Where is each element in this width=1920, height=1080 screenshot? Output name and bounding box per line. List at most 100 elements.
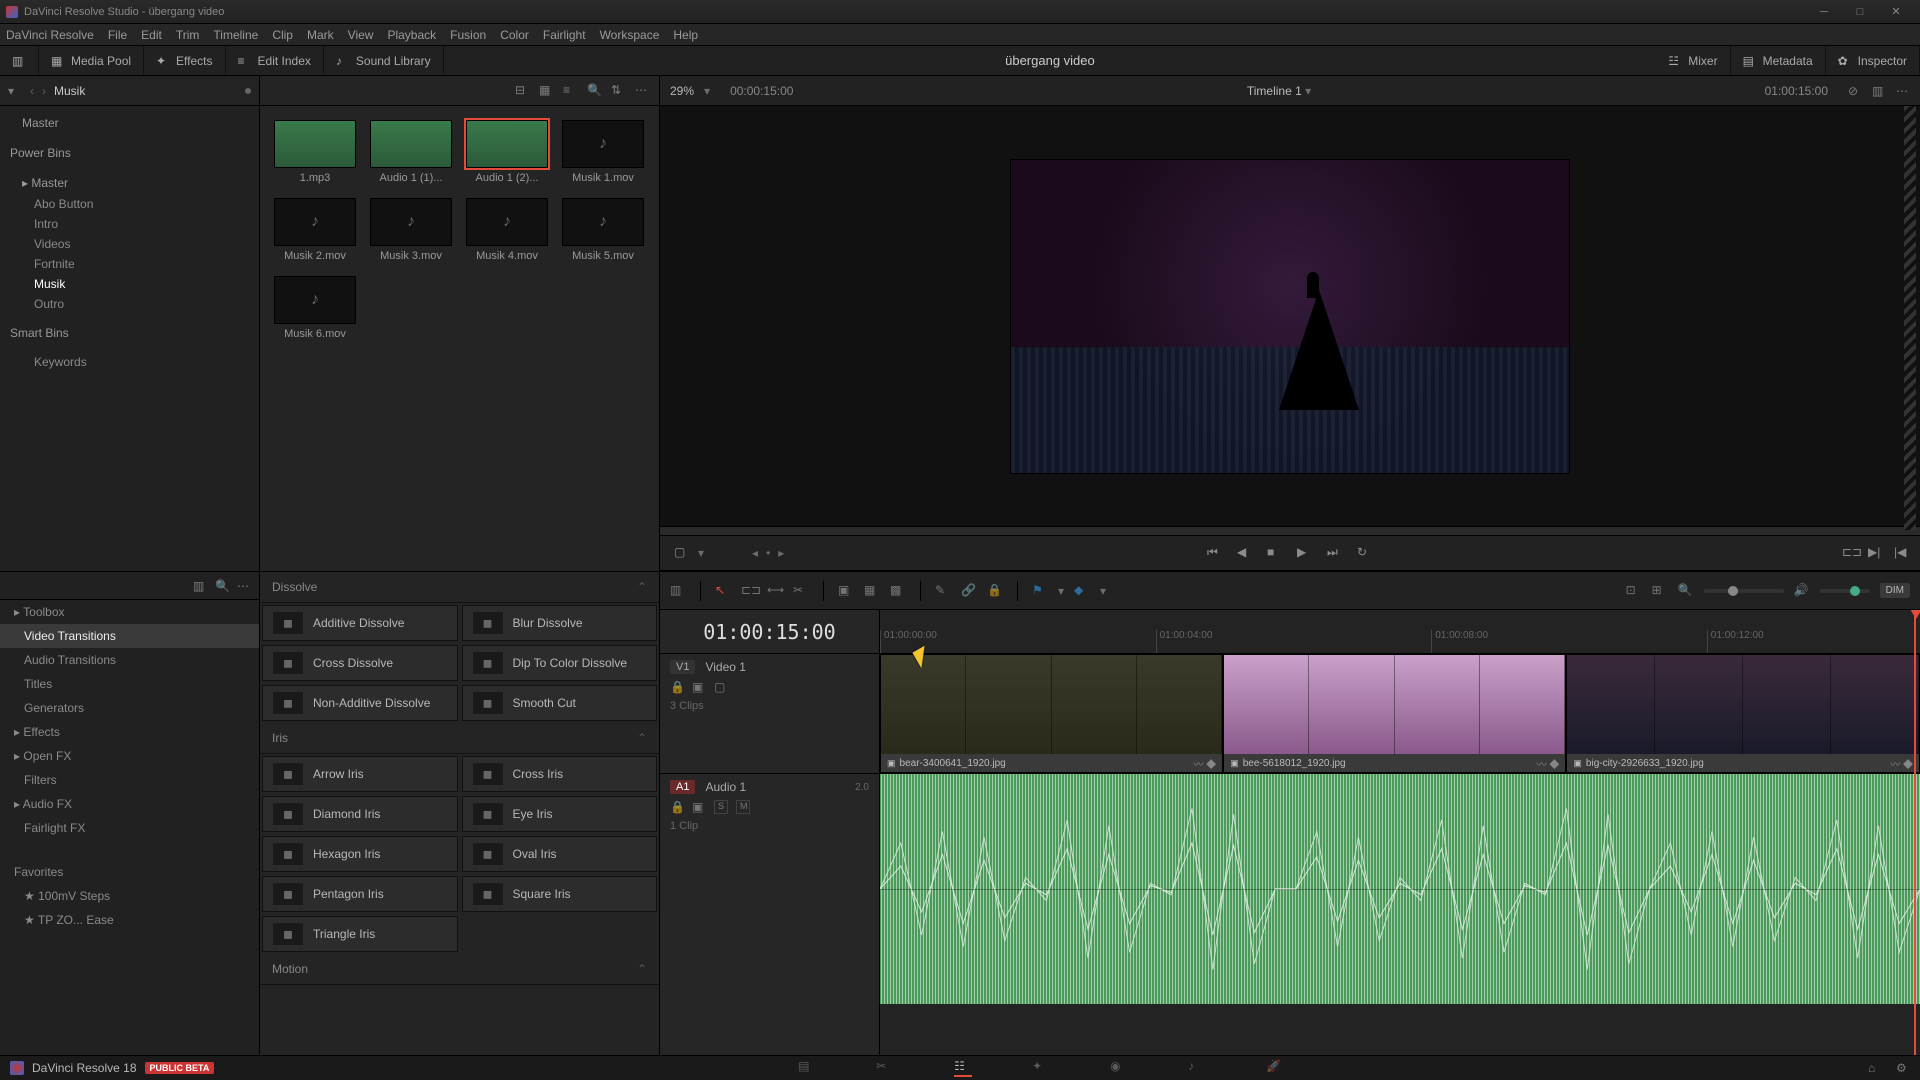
fx-item[interactable]: ◼Eye Iris <box>462 796 658 832</box>
cut-page-icon[interactable]: ✂ <box>876 1059 894 1077</box>
clip-thumbnail[interactable] <box>370 198 452 246</box>
next-edit-icon[interactable]: ▸ <box>778 546 784 560</box>
video-clip[interactable]: bee-5618012_1920.jpg〰 ◆ <box>1223 654 1566 773</box>
fx-item[interactable]: ◼Non-Additive Dissolve <box>262 685 458 721</box>
fx-item[interactable]: ◼Triangle Iris <box>262 916 458 952</box>
project-settings-icon[interactable]: ⚙ <box>1896 1061 1910 1075</box>
dual-view-icon[interactable]: ▥ <box>1872 84 1886 98</box>
viewer-options-icon[interactable]: ⋯ <box>1896 84 1910 98</box>
a1-solo-button[interactable]: S <box>714 800 728 814</box>
flag-icon[interactable]: ⚑ <box>1032 583 1048 599</box>
deliver-page-icon[interactable]: 🚀 <box>1266 1059 1284 1077</box>
video-track-header[interactable]: V1 Video 1 🔒 ▣ ▢ 3 Clips <box>660 654 879 774</box>
dynamic-trim-icon[interactable]: ⟷ <box>767 583 783 599</box>
media-clip[interactable]: Audio 1 (1)... <box>370 120 452 184</box>
volume-icon[interactable]: 🔊 <box>1794 583 1810 599</box>
clip-thumbnail[interactable] <box>274 120 356 168</box>
v1-badge[interactable]: V1 <box>670 660 695 674</box>
zoom-dropdown-icon[interactable]: ▾ <box>704 84 710 98</box>
favorite-item[interactable]: ★ 100mV Steps <box>0 884 259 908</box>
clip-thumbnail[interactable] <box>562 198 644 246</box>
timeline-ruler[interactable]: 01:00:00:0001:00:04:0001:00:08:0001:00:1… <box>880 610 1920 654</box>
clip-thumbnail[interactable] <box>274 198 356 246</box>
menu-trim[interactable]: Trim <box>176 28 200 42</box>
clip-thumbnail[interactable] <box>274 276 356 324</box>
video-track-1[interactable]: bear-3400641_1920.jpg〰 ◆bee-5618012_1920… <box>880 654 1920 774</box>
mixer-toggle[interactable]: ☳Mixer <box>1656 46 1730 75</box>
v1-disable-icon[interactable]: ▢ <box>714 680 728 694</box>
favorite-item[interactable]: ★ TP ZO... Ease <box>0 908 259 932</box>
fx-tree-fairlight-fx[interactable]: Fairlight FX <box>0 816 259 840</box>
menu-edit[interactable]: Edit <box>141 28 162 42</box>
zoom-detail-icon[interactable]: ⊞ <box>1652 583 1668 599</box>
trim-tool-icon[interactable]: ⊏⊐ <box>741 583 757 599</box>
window-maximize-button[interactable]: □ <box>1842 0 1878 23</box>
stop-icon[interactable]: ■ <box>1267 545 1283 561</box>
menu-playback[interactable]: Playback <box>387 28 436 42</box>
keywords-smart-bin[interactable]: Keywords <box>0 352 259 372</box>
sound-library-toggle[interactable]: ♪Sound Library <box>324 46 444 75</box>
video-clip[interactable]: big-city-2926633_1920.jpg〰 ◆ <box>1566 654 1920 773</box>
metadata-toggle[interactable]: ▤Metadata <box>1731 46 1826 75</box>
bin-musik[interactable]: Musik <box>0 274 259 294</box>
inspector-toggle[interactable]: ✿Inspector <box>1826 46 1920 75</box>
sort-icon[interactable]: ⇅ <box>611 83 627 99</box>
nav-back-icon[interactable]: ‹ <box>30 84 34 98</box>
media-clip[interactable]: Musik 3.mov <box>370 198 452 262</box>
menu-timeline[interactable]: Timeline <box>213 28 258 42</box>
power-bins-header[interactable]: Power Bins <box>0 140 259 166</box>
media-clip[interactable]: Musik 1.mov <box>562 120 644 184</box>
fairlight-page-icon[interactable]: ♪ <box>1188 1059 1206 1077</box>
viewer-scrub-bar[interactable] <box>660 526 1920 536</box>
overlay-icon[interactable]: ▢ <box>674 545 690 561</box>
fx-tree-effects[interactable]: ▸ Effects <box>0 720 259 744</box>
media-clip[interactable]: Musik 2.mov <box>274 198 356 262</box>
clip-thumbnail[interactable] <box>466 198 548 246</box>
viewer-zoom[interactable]: 29% <box>670 84 694 98</box>
menu-clip[interactable]: Clip <box>272 28 293 42</box>
clip-thumbnail[interactable] <box>370 120 452 168</box>
zoom-custom-icon[interactable]: 🔍 <box>1678 583 1694 599</box>
edit-page-icon[interactable]: ☷ <box>954 1059 972 1077</box>
bin-color-dot[interactable] <box>245 88 251 94</box>
viewer-canvas[interactable] <box>660 106 1920 526</box>
fx-tree-toolbox[interactable]: ▸ Toolbox <box>0 600 259 624</box>
video-clip[interactable]: bear-3400641_1920.jpg〰 ◆ <box>880 654 1223 773</box>
clip-thumbnail[interactable] <box>466 120 548 168</box>
lock-icon[interactable]: 🔒 <box>987 583 1003 599</box>
play-reverse-icon[interactable]: ◀ <box>1237 545 1253 561</box>
blade-tool-icon[interactable]: ✂ <box>793 583 809 599</box>
media-page-icon[interactable]: ▤ <box>798 1059 816 1077</box>
fx-tree-audio-fx[interactable]: ▸ Audio FX <box>0 792 259 816</box>
a1-badge[interactable]: A1 <box>670 780 695 794</box>
menu-help[interactable]: Help <box>673 28 698 42</box>
nav-fwd-icon[interactable]: › <box>42 84 46 98</box>
menu-fairlight[interactable]: Fairlight <box>543 28 586 42</box>
bypass-icon[interactable]: ⊘ <box>1848 84 1862 98</box>
fx-item[interactable]: ◼Arrow Iris <box>262 756 458 792</box>
fx-category-header[interactable]: Dissolve⌃ <box>260 572 659 603</box>
clip-thumbnail[interactable] <box>562 120 644 168</box>
playhead[interactable] <box>1914 610 1916 1055</box>
audio-track-header[interactable]: A1 Audio 1 2.0 🔒 ▣ S M 1 Clip <box>660 774 879 1055</box>
menu-mark[interactable]: Mark <box>307 28 334 42</box>
power-master-bin[interactable]: ▸ Master <box>0 172 259 194</box>
fx-item[interactable]: ◼Smooth Cut <box>462 685 658 721</box>
a1-mute-button[interactable]: M <box>736 800 750 814</box>
prev-edit-icon[interactable]: ◂ <box>752 546 758 560</box>
media-clip[interactable]: Musik 6.mov <box>274 276 356 340</box>
media-clip[interactable]: Musik 4.mov <box>466 198 548 262</box>
menu-view[interactable]: View <box>348 28 374 42</box>
media-clip[interactable]: Musik 5.mov <box>562 198 644 262</box>
v1-lock-icon[interactable]: 🔒 <box>670 680 684 694</box>
media-clip[interactable]: 1.mp3 <box>274 120 356 184</box>
menubar[interactable]: DaVinci ResolveFileEditTrimTimelineClipM… <box>0 24 1920 46</box>
overwrite-icon[interactable]: ▦ <box>864 583 880 599</box>
menu-davinci-resolve[interactable]: DaVinci Resolve <box>6 28 94 42</box>
menu-workspace[interactable]: Workspace <box>600 28 660 42</box>
mark-in-icon[interactable]: ▶| <box>1868 545 1884 561</box>
window-close-button[interactable]: ✕ <box>1878 0 1914 23</box>
fx-item[interactable]: ◼Diamond Iris <box>262 796 458 832</box>
bin-abo-button[interactable]: Abo Button <box>0 194 259 214</box>
fx-category-header[interactable]: Iris⌃ <box>260 723 659 754</box>
